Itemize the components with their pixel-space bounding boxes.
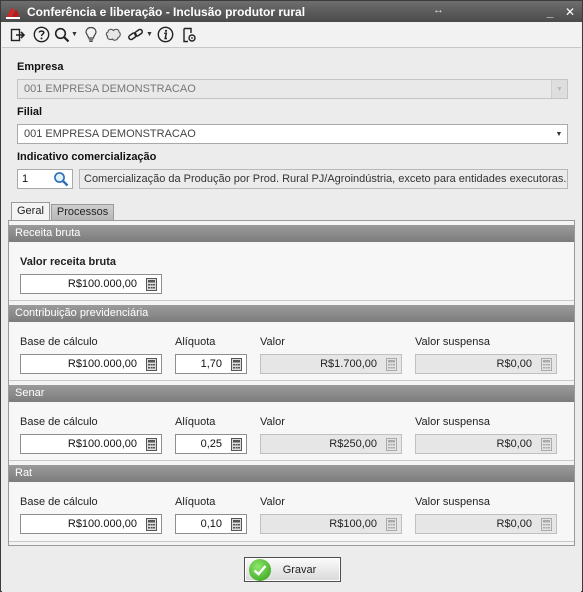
valor-value: R$100,00 <box>329 518 377 530</box>
base-input[interactable]: R$100.000,00 <box>20 514 162 534</box>
title-bar[interactable]: Conferência e liberação - Inclusão produ… <box>1 1 582 22</box>
move-arrows-icon[interactable]: ↔ <box>433 4 444 16</box>
valor-suspensa-value: R$0,00 <box>496 518 532 530</box>
section-header-rat: Rat <box>9 465 574 482</box>
base-label: Base de cálculo <box>20 496 98 508</box>
lightbulb-icon[interactable] <box>81 24 101 46</box>
valor-suspensa-label: Valor suspensa <box>415 416 491 428</box>
calculator-icon <box>541 438 552 451</box>
calculator-icon[interactable] <box>231 358 242 371</box>
checkmark-icon <box>249 558 271 581</box>
calculator-icon <box>541 518 552 531</box>
link-icon[interactable]: ▼ <box>127 24 153 46</box>
save-button-label: Gravar <box>282 563 317 576</box>
base-value: R$100.000,00 <box>67 358 137 370</box>
valor-label: Valor <box>260 496 285 508</box>
minimize-button[interactable]: _ <box>542 4 558 20</box>
valor-value: R$1.700,00 <box>320 358 377 370</box>
valor-suspensa-label: Valor suspensa <box>415 336 491 348</box>
base-input[interactable]: R$100.000,00 <box>20 354 162 374</box>
section-rat: Base de cálculo Alíquota Valor Valor sus… <box>9 482 574 542</box>
valor-suspensa-value: R$0,00 <box>496 358 532 370</box>
calculator-icon[interactable] <box>146 518 157 531</box>
valor-field: R$100,00 <box>260 514 402 534</box>
valor-field: R$250,00 <box>260 434 402 454</box>
save-button[interactable]: Gravar <box>244 557 341 582</box>
valor-suspensa-label: Valor suspensa <box>415 496 491 508</box>
lookup-search-icon[interactable] <box>51 170 71 188</box>
base-value: R$100.000,00 <box>67 438 137 450</box>
section-header-senar: Senar <box>9 385 574 402</box>
valor-suspensa-field: R$0,00 <box>415 434 557 454</box>
empresa-value: 001 EMPRESA DEMONSTRACAO <box>24 83 196 95</box>
calculator-icon[interactable] <box>146 438 157 451</box>
indicativo-label: Indicativo comercialização <box>17 151 157 163</box>
section-contribuicao: Base de cálculo Alíquota Valor Valor sus… <box>9 322 574 381</box>
base-input[interactable]: R$100.000,00 <box>20 434 162 454</box>
empresa-label: Empresa <box>17 61 64 73</box>
help-icon[interactable] <box>31 24 51 46</box>
aliquota-value: 0,25 <box>200 438 222 450</box>
aliquota-input[interactable]: 0,10 <box>175 514 247 534</box>
filial-value: 001 EMPRESA DEMONSTRACAO <box>24 128 196 140</box>
indicativo-description: Comercialização da Produção por Prod. Ru… <box>84 173 568 185</box>
valor-receita-bruta-label: Valor receita bruta <box>20 256 116 268</box>
chevron-down-icon: ▼ <box>551 80 567 98</box>
valor-field: R$1.700,00 <box>260 354 402 374</box>
window-title: Conferência e liberação - Inclusão produ… <box>27 4 306 19</box>
base-label: Base de cálculo <box>20 336 98 348</box>
section-header-receita-bruta: Receita bruta <box>9 225 574 242</box>
close-button[interactable]: ✕ <box>562 4 578 20</box>
tab-bar: Geral Processos <box>11 202 115 221</box>
aliquota-value: 0,10 <box>200 518 222 530</box>
calculator-icon[interactable] <box>146 358 157 371</box>
calculator-icon[interactable] <box>231 518 242 531</box>
valor-receita-bruta-value: R$100.000,00 <box>67 278 137 290</box>
indicativo-code-value: 1 <box>22 173 29 185</box>
valor-suspensa-field: R$0,00 <box>415 514 557 534</box>
aliquota-input[interactable]: 1,70 <box>175 354 247 374</box>
aliquota-label: Alíquota <box>175 416 216 428</box>
empresa-select: 001 EMPRESA DEMONSTRACAO ▼ <box>17 79 568 99</box>
calculator-icon[interactable] <box>231 438 242 451</box>
calculator-icon <box>386 438 397 451</box>
filial-select[interactable]: 001 EMPRESA DEMONSTRACAO ▼ <box>17 124 568 144</box>
shapes-icon[interactable] <box>104 24 124 46</box>
calculator-icon <box>541 358 552 371</box>
base-value: R$100.000,00 <box>67 518 137 530</box>
indicativo-description-field: Comercialização da Produção por Prod. Ru… <box>79 169 568 189</box>
valor-receita-bruta-input[interactable]: R$100.000,00 <box>20 274 162 294</box>
info-icon[interactable] <box>156 24 176 46</box>
section-header-contribuicao: Contribuição previdenciária <box>9 305 574 322</box>
tab-processos[interactable]: Processos <box>50 204 115 220</box>
filial-label: Filial <box>17 106 43 118</box>
calculator-icon <box>386 518 397 531</box>
calculator-icon[interactable] <box>146 278 157 291</box>
geral-panel: Receita bruta Valor receita bruta R$100.… <box>8 220 575 546</box>
tab-geral[interactable]: Geral <box>11 202 50 221</box>
document-settings-icon[interactable] <box>179 24 199 46</box>
valor-suspensa-field: R$0,00 <box>415 354 557 374</box>
section-receita-bruta: Valor receita bruta R$100.000,00 <box>9 242 574 301</box>
section-senar: Base de cálculo Alíquota Valor Valor sus… <box>9 402 574 461</box>
aliquota-input[interactable]: 0,25 <box>175 434 247 454</box>
calculator-icon <box>386 358 397 371</box>
valor-suspensa-value: R$0,00 <box>496 438 532 450</box>
app-icon <box>5 4 23 20</box>
toolbar: ▼ ▼ <box>2 22 581 48</box>
aliquota-label: Alíquota <box>175 336 216 348</box>
aliquota-label: Alíquota <box>175 496 216 508</box>
valor-value: R$250,00 <box>329 438 377 450</box>
dialog-window: Conferência e liberação - Inclusão produ… <box>0 0 583 592</box>
chevron-down-icon: ▼ <box>145 31 153 38</box>
aliquota-value: 1,70 <box>200 358 222 370</box>
search-icon[interactable]: ▼ <box>54 24 78 46</box>
valor-label: Valor <box>260 336 285 348</box>
chevron-down-icon[interactable]: ▼ <box>551 125 567 143</box>
exit-icon[interactable] <box>8 24 28 46</box>
base-label: Base de cálculo <box>20 416 98 428</box>
valor-label: Valor <box>260 416 285 428</box>
chevron-down-icon: ▼ <box>71 31 78 38</box>
